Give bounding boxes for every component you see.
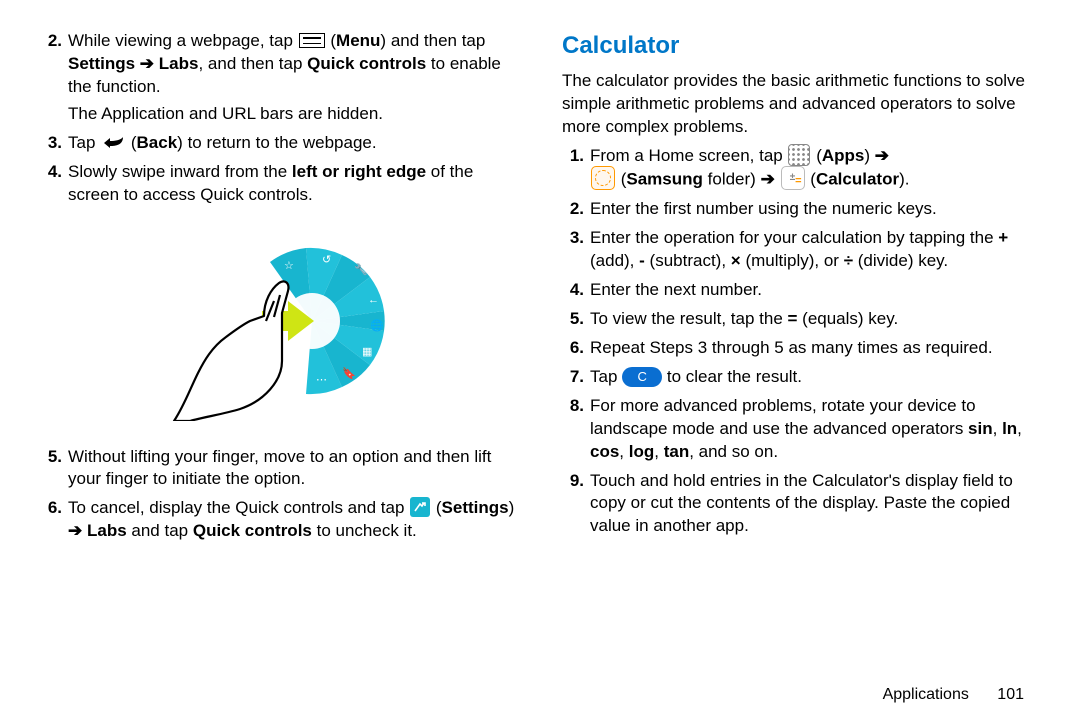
page-footer: Applications 101	[883, 684, 1024, 706]
samsung-label: Samsung	[626, 170, 703, 189]
svg-text:🌐: 🌐	[370, 319, 384, 332]
step-6: 6. To cancel, display the Quick controls…	[40, 497, 518, 543]
step-body: Tap C to clear the result.	[590, 366, 1040, 389]
calculator-steps: 1. From a Home screen, tap (Apps) ➔ (Sam…	[562, 145, 1040, 538]
step-3: 3. Tap (Back) to return to the webpage.	[40, 132, 518, 155]
left-steps-cont: 5. Without lifting your finger, move to …	[40, 446, 518, 544]
step-number: 4.	[562, 279, 590, 302]
step-number: 7.	[562, 366, 590, 389]
calculator-label: Calculator	[816, 170, 899, 189]
left-steps: 2. While viewing a webpage, tap (Menu) a…	[40, 30, 518, 207]
step-body: Enter the next number.	[590, 279, 1040, 302]
menu-label: Menu	[336, 31, 380, 50]
step-number: 6.	[40, 497, 68, 543]
right-column: Calculator The calculator provides the b…	[540, 30, 1040, 710]
calc-step-5: 5. To view the result, tap the = (equals…	[562, 308, 1040, 331]
settings-label: Settings	[442, 498, 509, 517]
footer-page-number: 101	[997, 686, 1024, 703]
step-body: Enter the operation for your calculation…	[590, 227, 1040, 273]
left-column: 2. While viewing a webpage, tap (Menu) a…	[40, 30, 540, 710]
step-body: Slowly swipe inward from the left or rig…	[68, 161, 518, 207]
step-number: 3.	[40, 132, 68, 155]
step-body: From a Home screen, tap (Apps) ➔ (Samsun…	[590, 145, 1040, 192]
clear-key-icon: C	[622, 367, 662, 387]
step-body: To cancel, display the Quick controls an…	[68, 497, 518, 543]
svg-text:⋯: ⋯	[316, 374, 327, 386]
step-number: 4.	[40, 161, 68, 207]
step-number: 5.	[562, 308, 590, 331]
step-body: Tap (Back) to return to the webpage.	[68, 132, 518, 155]
step-body: Without lifting your finger, move to an …	[68, 446, 518, 492]
quick-controls-illustration: 🔧 ↺ ☆ ← 🌐 ▦ 🔖 ⋯	[40, 221, 518, 428]
step-number: 5.	[40, 446, 68, 492]
step-number: 2.	[40, 30, 68, 126]
back-icon	[101, 132, 125, 155]
svg-text:🔖: 🔖	[342, 367, 356, 380]
step-number: 1.	[562, 145, 590, 192]
apps-icon	[788, 144, 810, 166]
calc-step-2: 2. Enter the first number using the nume…	[562, 198, 1040, 221]
step-number: 2.	[562, 198, 590, 221]
calc-step-1: 1. From a Home screen, tap (Apps) ➔ (Sam…	[562, 145, 1040, 192]
step-2: 2. While viewing a webpage, tap (Menu) a…	[40, 30, 518, 126]
menu-icon	[299, 33, 325, 48]
step-body: Repeat Steps 3 through 5 as many times a…	[590, 337, 1040, 360]
step-4: 4. Slowly swipe inward from the left or …	[40, 161, 518, 207]
apps-label: Apps	[822, 146, 865, 165]
step-body: Enter the first number using the numeric…	[590, 198, 1040, 221]
calculator-intro: The calculator provides the basic arithm…	[562, 70, 1040, 139]
calculator-heading: Calculator	[562, 30, 1040, 62]
calculator-icon: ±=	[781, 166, 805, 190]
step-body: While viewing a webpage, tap (Menu) and …	[68, 30, 518, 126]
svg-text:▦: ▦	[362, 346, 372, 358]
settings-icon	[410, 497, 430, 517]
svg-text:←: ←	[368, 294, 379, 306]
back-label: Back	[137, 133, 178, 152]
samsung-folder-icon	[591, 166, 615, 190]
step-5: 5. Without lifting your finger, move to …	[40, 446, 518, 492]
svg-text:☆: ☆	[284, 260, 294, 272]
manual-page: 2. While viewing a webpage, tap (Menu) a…	[0, 0, 1080, 720]
footer-section: Applications	[883, 686, 969, 703]
step-number: 6.	[562, 337, 590, 360]
calc-step-9: 9. Touch and hold entries in the Calcula…	[562, 470, 1040, 539]
calc-step-8: 8. For more advanced problems, rotate yo…	[562, 395, 1040, 464]
step-body: To view the result, tap the = (equals) k…	[590, 308, 1040, 331]
step-number: 9.	[562, 470, 590, 539]
calc-step-6: 6. Repeat Steps 3 through 5 as many time…	[562, 337, 1040, 360]
step-number: 3.	[562, 227, 590, 273]
calc-step-7: 7. Tap C to clear the result.	[562, 366, 1040, 389]
calc-step-3: 3. Enter the operation for your calculat…	[562, 227, 1040, 273]
step-body: For more advanced problems, rotate your …	[590, 395, 1040, 464]
svg-text:↺: ↺	[322, 254, 331, 266]
calc-step-4: 4. Enter the next number.	[562, 279, 1040, 302]
step-number: 8.	[562, 395, 590, 464]
step-note: The Application and URL bars are hidden.	[68, 103, 518, 126]
svg-text:🔧: 🔧	[354, 262, 368, 276]
step-body: Touch and hold entries in the Calculator…	[590, 470, 1040, 539]
